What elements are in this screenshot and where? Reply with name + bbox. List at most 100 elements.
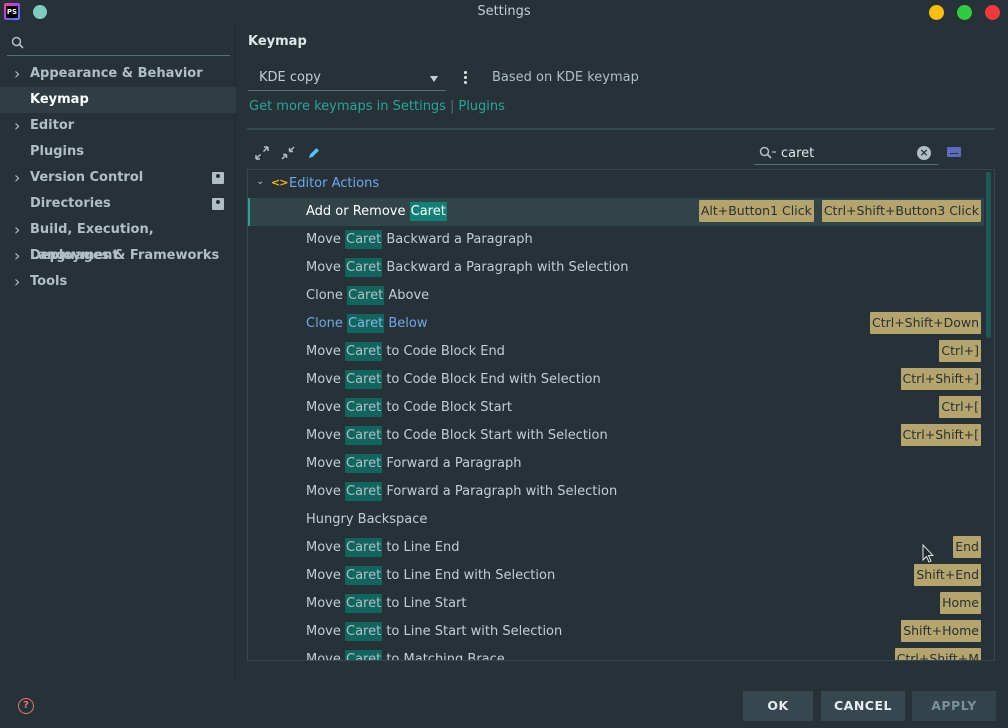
search-highlight: Caret bbox=[345, 258, 383, 277]
cancel-button[interactable]: CANCEL bbox=[821, 691, 905, 721]
action-row[interactable]: Move Caret to Line End End bbox=[248, 534, 984, 562]
shortcut-list: Alt+Button1 Click Ctrl+Shift+Button3 Clic… bbox=[698, 200, 981, 224]
get-more-link[interactable]: Get more keymaps in Settings bbox=[249, 99, 446, 114]
sidebar-item-label: Plugins bbox=[30, 144, 84, 159]
collapse-all-icon[interactable] bbox=[281, 146, 295, 160]
action-name-text: to Code Block Start bbox=[382, 400, 512, 415]
plugins-link[interactable]: Plugins bbox=[458, 99, 505, 114]
action-name-text: to Line Start bbox=[382, 596, 467, 611]
action-name-text: to Line End bbox=[382, 540, 460, 555]
divider bbox=[247, 128, 995, 130]
shortcut-badge: Ctrl+[ bbox=[939, 396, 981, 418]
sidebar-item[interactable]: Keymap bbox=[0, 87, 236, 113]
project-level-icon bbox=[212, 198, 224, 210]
sidebar-item[interactable]: › Editor bbox=[0, 113, 236, 139]
search-highlight: Caret bbox=[345, 594, 383, 613]
help-button[interactable]: ? bbox=[18, 698, 34, 714]
action-row[interactable]: Move Caret to Code Block Start with Sele… bbox=[248, 422, 984, 450]
mouse-cursor-icon bbox=[922, 544, 934, 563]
action-name-text: to Matching Brace bbox=[382, 652, 505, 661]
window-title: Settings bbox=[477, 4, 531, 19]
action-row[interactable]: Move Caret to Line End with Selection Shi… bbox=[248, 562, 984, 590]
action-name: Move Caret Backward a Paragraph bbox=[306, 230, 533, 249]
shortcut-list: Home bbox=[940, 592, 981, 616]
sidebar-item-label: Version Control bbox=[30, 170, 144, 185]
minimize-button[interactable] bbox=[929, 5, 944, 20]
action-row[interactable]: Move Caret Forward a Paragraph bbox=[248, 450, 984, 478]
search-icon bbox=[759, 146, 776, 159]
action-row[interactable]: Move Caret to Code Block End with Select… bbox=[248, 366, 984, 394]
code-icon: <> bbox=[271, 176, 288, 189]
action-name: Clone Caret Above bbox=[306, 286, 429, 305]
action-name-text: Move bbox=[306, 232, 345, 247]
group-editor-actions[interactable]: ⌄ <> Editor Actions bbox=[248, 170, 994, 198]
group-label: Editor Actions bbox=[289, 176, 380, 191]
action-row[interactable]: Move Caret to Line Start Home bbox=[248, 590, 984, 618]
sidebar-item[interactable]: › Build, Execution, Deployment bbox=[0, 217, 236, 263]
chevron-right-icon[interactable]: › bbox=[14, 165, 24, 191]
maximize-button[interactable] bbox=[957, 5, 972, 20]
keymap-filter[interactable]: × bbox=[754, 141, 938, 165]
ok-button[interactable]: OK bbox=[743, 691, 813, 721]
action-row[interactable]: Move Caret to Matching Brace Ctrl+Shift+M bbox=[248, 646, 984, 661]
action-name: Move Caret to Line End with Selection bbox=[306, 566, 555, 585]
chevron-down-icon[interactable]: ⌄ bbox=[256, 176, 264, 187]
action-row[interactable]: Move Caret to Line Start with Selection S… bbox=[248, 618, 984, 646]
settings-sidebar: › Appearance & Behavior Keymap › Editor Plugi… bbox=[0, 24, 236, 680]
shortcut-badge: Home bbox=[940, 592, 981, 614]
chevron-right-icon[interactable]: › bbox=[14, 113, 24, 139]
sidebar-item[interactable]: › Languages & Frameworks bbox=[0, 243, 236, 269]
action-row[interactable]: Add or Remove Caret Alt+Button1 Click Ctrl… bbox=[248, 198, 984, 226]
sidebar-item-label: Languages & Frameworks bbox=[30, 248, 220, 263]
chevron-right-icon[interactable]: › bbox=[14, 61, 24, 87]
action-name-text: Below bbox=[384, 316, 428, 331]
action-name-text: Move bbox=[306, 344, 345, 359]
action-row[interactable]: Move Caret Backward a Paragraph bbox=[248, 226, 984, 254]
sidebar-item-label: Appearance & Behavior bbox=[30, 66, 203, 81]
action-name-text: Move bbox=[306, 428, 345, 443]
action-row[interactable]: Move Caret Backward a Paragraph with Sel… bbox=[248, 254, 984, 282]
close-button[interactable] bbox=[985, 5, 1000, 20]
action-name-text: to Code Block End bbox=[382, 344, 505, 359]
clear-filter-icon[interactable]: × bbox=[917, 146, 931, 160]
action-name-text: Backward a Paragraph bbox=[382, 232, 533, 247]
sidebar-item[interactable]: › Tools bbox=[0, 269, 236, 295]
sidebar-item[interactable]: Plugins bbox=[0, 139, 236, 165]
action-row[interactable]: Clone Caret Above bbox=[248, 282, 984, 310]
action-row[interactable]: Move Caret Forward a Paragraph with Sele… bbox=[248, 478, 984, 506]
project-level-icon bbox=[212, 172, 224, 184]
sidebar-item[interactable]: › Version Control bbox=[0, 165, 236, 191]
search-highlight: Caret bbox=[345, 370, 383, 389]
scrollbar[interactable] bbox=[986, 172, 991, 338]
action-name: Move Caret Forward a Paragraph with Sele… bbox=[306, 482, 617, 501]
sidebar-item[interactable]: › Appearance & Behavior bbox=[0, 61, 236, 87]
sidebar-item[interactable]: Directories bbox=[0, 191, 236, 217]
chevron-right-icon[interactable]: › bbox=[14, 243, 24, 269]
search-highlight: Caret bbox=[409, 202, 447, 221]
chevron-right-icon[interactable]: › bbox=[14, 217, 24, 243]
edit-icon[interactable] bbox=[307, 146, 321, 160]
get-more-keymaps[interactable]: Get more keymaps in Settings | Plugins bbox=[249, 99, 505, 114]
action-name-text: Forward a Paragraph bbox=[382, 456, 522, 471]
action-row[interactable]: Move Caret to Code Block Start Ctrl+[ bbox=[248, 394, 984, 422]
shortcut-list: End bbox=[953, 536, 981, 560]
keymap-scheme-select[interactable]: KDE copy bbox=[248, 66, 446, 91]
action-name-text: Move bbox=[306, 400, 345, 415]
settings-search-input[interactable] bbox=[7, 31, 230, 56]
shortcut-list: Ctrl+] bbox=[939, 340, 981, 364]
chevron-right-icon[interactable]: › bbox=[14, 269, 24, 295]
action-row[interactable]: Hungry Backspace bbox=[248, 506, 984, 534]
action-name: Move Caret Backward a Paragraph with Sel… bbox=[306, 258, 628, 277]
action-row[interactable]: Clone Caret Below Ctrl+Shift+Down bbox=[248, 310, 984, 338]
based-on-label: Based on KDE keymap bbox=[492, 70, 639, 85]
apply-button[interactable]: APPLY bbox=[912, 691, 996, 721]
action-name-text: Add or Remove bbox=[306, 204, 410, 219]
action-name: Clone Caret Below bbox=[306, 314, 428, 333]
expand-all-icon[interactable] bbox=[255, 146, 269, 160]
action-name: Move Caret to Matching Brace bbox=[306, 650, 505, 661]
more-options-icon[interactable] bbox=[462, 71, 472, 87]
action-name-text: Clone bbox=[306, 316, 348, 331]
filter-input[interactable] bbox=[781, 144, 911, 162]
find-by-shortcut-icon[interactable] bbox=[947, 147, 961, 157]
action-row[interactable]: Move Caret to Code Block End Ctrl+] bbox=[248, 338, 984, 366]
